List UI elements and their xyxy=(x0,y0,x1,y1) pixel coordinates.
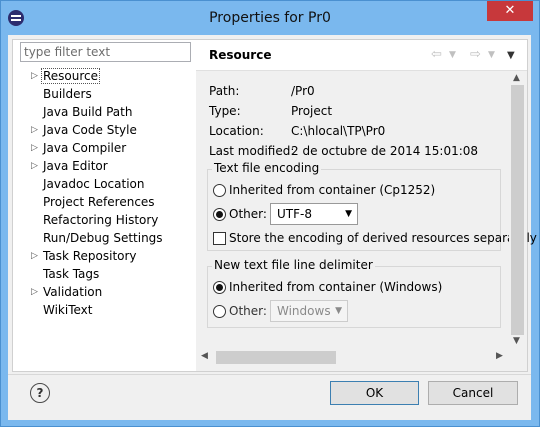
expand-arrow-icon[interactable]: ▷ xyxy=(31,139,38,157)
tree-item-java-code-style[interactable]: ▷ Java Code Style xyxy=(13,121,197,139)
vertical-scrollbar[interactable]: ▲ ▼ xyxy=(509,71,526,349)
tree-item-label: Java Compiler xyxy=(43,141,127,155)
delimiter-inherited-label[interactable]: Inherited from container (Windows) xyxy=(229,278,442,296)
category-tree: ▷ Resource Builders Java Build Path ▷ Java Co… xyxy=(13,67,197,319)
encoding-inherited-radio[interactable] xyxy=(213,184,226,197)
cancel-button[interactable]: Cancel xyxy=(428,381,518,405)
tree-item-java-editor[interactable]: ▷ Java Editor xyxy=(13,157,197,175)
title-bar[interactable]: Properties for Pr0 ✕ xyxy=(1,1,539,35)
tree-item-label: Project References xyxy=(43,195,155,209)
tree-item-javadoc-location[interactable]: Javadoc Location xyxy=(13,175,197,193)
resource-content: Path: /Pr0 Type: Project Location: C:\hl… xyxy=(196,71,537,349)
store-encoding-label[interactable]: Store the encoding of derived resources … xyxy=(229,229,537,247)
encoding-inherited-label[interactable]: Inherited from container (Cp1252) xyxy=(229,181,435,199)
tree-item-label: Java Editor xyxy=(43,159,108,173)
button-bar: ? OK Cancel xyxy=(8,374,531,420)
tree-item-builders[interactable]: Builders xyxy=(13,85,197,103)
tree-item-run-debug-settings[interactable]: Run/Debug Settings xyxy=(13,229,197,247)
tree-item-label: Run/Debug Settings xyxy=(43,231,163,245)
category-panel: type filter text ▷ Resource Builders Java B… xyxy=(12,39,198,372)
dialog-body: type filter text ▷ Resource Builders Java B… xyxy=(8,35,537,420)
tree-item-label: Builders xyxy=(43,87,92,101)
filter-input[interactable]: type filter text xyxy=(20,42,191,62)
back-dropdown-icon[interactable]: ▼ xyxy=(449,50,456,60)
ok-button[interactable]: OK xyxy=(330,381,419,405)
expand-arrow-icon[interactable]: ▷ xyxy=(31,283,38,301)
tree-item-label: Java Code Style xyxy=(43,123,137,137)
expand-arrow-icon[interactable]: ▷ xyxy=(31,157,38,175)
chevron-down-icon: ▼ xyxy=(335,306,342,316)
scroll-right-icon[interactable]: ▶ xyxy=(496,351,503,361)
delimiter-select: Windows ▼ xyxy=(270,300,348,322)
vertical-scroll-thumb[interactable] xyxy=(511,85,524,335)
encoding-select[interactable]: UTF-8 ▼ xyxy=(270,203,358,225)
tree-item-label: Javadoc Location xyxy=(43,177,145,191)
scroll-down-icon[interactable]: ▼ xyxy=(513,336,520,346)
tree-item-project-references[interactable]: Project References xyxy=(13,193,197,211)
tree-item-label: Task Tags xyxy=(43,267,100,281)
tree-item-label: Java Build Path xyxy=(43,105,133,119)
property-page: Resource ⇦ ▼ ⇨ ▼ ▼ Path: /Pr0 Type: Proj… xyxy=(196,39,537,372)
scroll-left-icon[interactable]: ◀ xyxy=(201,351,208,361)
tree-item-task-tags[interactable]: Task Tags xyxy=(13,265,197,283)
horizontal-scroll-thumb[interactable] xyxy=(216,351,336,364)
encoding-other-radio[interactable] xyxy=(213,208,226,221)
store-encoding-checkbox[interactable] xyxy=(213,232,226,245)
chevron-down-icon: ▼ xyxy=(345,209,352,219)
encoding-group: Text file encoding Inherited from contai… xyxy=(207,161,537,251)
forward-dropdown-icon[interactable]: ▼ xyxy=(488,50,495,60)
window-title: Properties for Pr0 xyxy=(209,10,331,26)
tree-item-wikitext[interactable]: WikiText xyxy=(13,301,197,319)
help-button[interactable]: ? xyxy=(30,383,50,403)
scroll-up-icon[interactable]: ▲ xyxy=(513,73,520,83)
encoding-legend: Text file encoding xyxy=(212,161,322,175)
expand-arrow-icon[interactable]: ▷ xyxy=(31,121,38,139)
encoding-other-label[interactable]: Other: xyxy=(229,205,267,223)
expand-arrow-icon[interactable]: ▷ xyxy=(31,247,38,265)
tree-item-label: WikiText xyxy=(43,303,93,317)
tree-item-java-build-path[interactable]: Java Build Path xyxy=(13,103,197,121)
tree-item-label: Refactoring History xyxy=(43,213,159,227)
properties-dialog: Properties for Pr0 ✕ type filter text ▷ R… xyxy=(0,0,540,427)
tree-item-refactoring-history[interactable]: Refactoring History xyxy=(13,211,197,229)
page-title: Resource xyxy=(209,48,272,62)
view-menu-icon[interactable]: ▼ xyxy=(507,50,515,61)
close-button[interactable]: ✕ xyxy=(487,1,533,21)
delimiter-other-label[interactable]: Other: xyxy=(229,302,267,320)
expand-arrow-icon[interactable]: ▷ xyxy=(31,67,38,85)
page-header: Resource ⇦ ▼ ⇨ ▼ ▼ xyxy=(196,40,527,71)
tree-item-label: Validation xyxy=(43,285,103,299)
tree-item-label: Resource xyxy=(41,68,101,84)
back-arrow-icon[interactable]: ⇦ xyxy=(431,47,442,62)
tree-item-task-repository[interactable]: ▷ Task Repository xyxy=(13,247,197,265)
tree-item-resource[interactable]: ▷ Resource xyxy=(13,67,197,85)
tree-item-label: Task Repository xyxy=(43,249,137,263)
tree-item-java-compiler[interactable]: ▷ Java Compiler xyxy=(13,139,197,157)
tree-item-validation[interactable]: ▷ Validation xyxy=(13,283,197,301)
delimiter-group: New text file line delimiter Inherited f… xyxy=(207,258,501,328)
delimiter-inherited-radio[interactable] xyxy=(213,281,226,294)
delimiter-other-radio[interactable] xyxy=(213,305,226,318)
forward-arrow-icon[interactable]: ⇨ xyxy=(470,47,481,62)
delimiter-legend: New text file line delimiter xyxy=(212,258,375,272)
horizontal-scrollbar[interactable]: ◀ ▶ xyxy=(196,349,509,366)
